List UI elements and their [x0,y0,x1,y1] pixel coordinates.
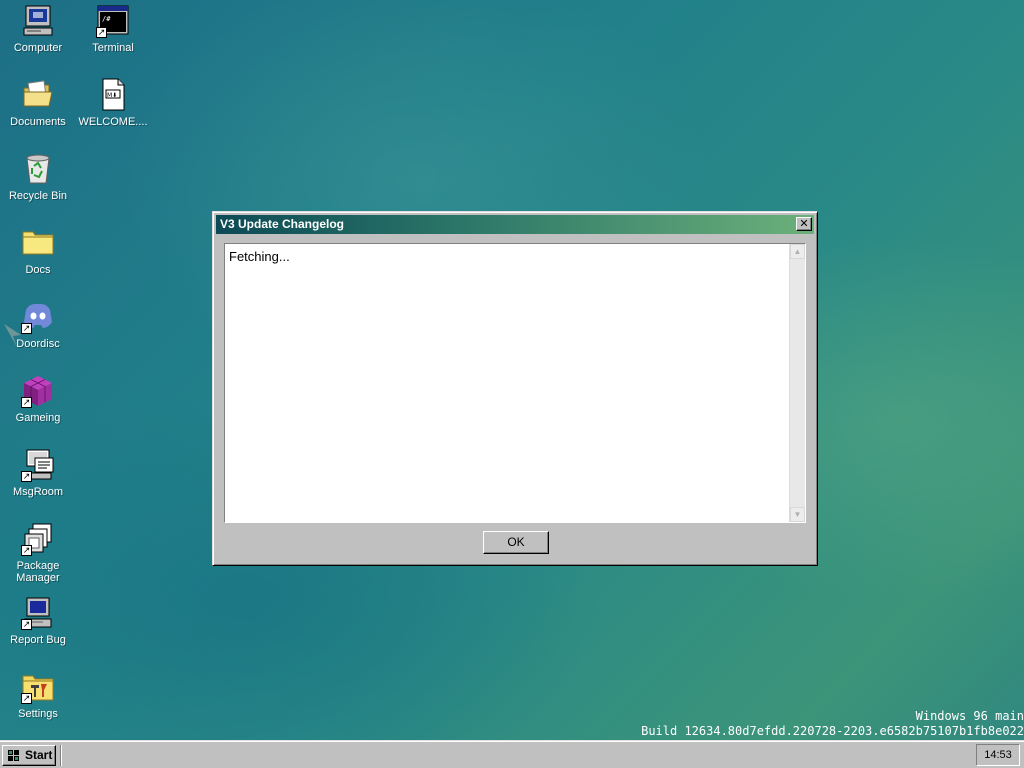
recycle-bin-icon [21,152,55,186]
shortcut-arrow-icon: ↗ [21,471,32,482]
desktop-icon-report-bug[interactable]: ↗ Report Bug [1,596,75,646]
start-label: Start [25,748,53,762]
terminal-icon: /# ↗ [96,4,130,38]
settings-icon: ↗ [21,670,55,704]
scroll-up-button[interactable]: ▲ [790,244,805,259]
desktop-icon-gameing[interactable]: ↗ Gameing [1,374,75,424]
desktop-icon-label: Docs [25,264,51,276]
desktop-icon-label: Report Bug [10,634,66,646]
desktop-icon-label: Documents [10,116,66,128]
desktop-icon-label: Computer [13,42,63,54]
folder-open-icon [21,78,55,112]
desktop-icon-recycle-bin[interactable]: Recycle Bin [1,152,75,202]
taskbar: Start 14:53 [0,740,1024,768]
vertical-scrollbar[interactable]: ▲ ▼ [789,244,805,522]
window-titlebar[interactable]: V3 Update Changelog ✕ [216,215,814,234]
taskbar-clock[interactable]: 14:53 [976,744,1020,766]
arrow-down-icon: ▼ [793,510,802,519]
window-title: V3 Update Changelog [220,217,345,231]
desktop-icon-label: Gameing [15,412,61,424]
shortcut-arrow-icon: ↗ [21,397,32,408]
shortcut-arrow-icon: ↗ [96,27,107,38]
markdown-file-icon: M⬇ [96,78,130,112]
windows-logo-icon [7,749,21,762]
desktop-icon-terminal[interactable]: /# ↗ Terminal [76,4,150,54]
desktop-icon-msgroom[interactable]: ↗ MsgRoom [1,448,75,498]
taskbar-separator [60,745,62,766]
svg-text:M⬇: M⬇ [107,92,117,99]
desktop-icon-label: Recycle Bin [8,190,68,202]
shortcut-arrow-icon: ↗ [21,545,32,556]
desktop-icon-label: Terminal [92,42,134,54]
desktop-icon-package-manager[interactable]: ↗ Package Manager [1,522,75,584]
close-button[interactable]: ✕ [796,217,812,231]
game-cube-icon: ↗ [21,374,55,408]
desktop-icon-label: WELCOME.... [78,116,148,128]
close-icon: ✕ [799,217,809,230]
shortcut-arrow-icon: ↗ [21,619,32,630]
changelog-window: V3 Update Changelog ✕ Fetching... ▲ ▼ OK [212,211,818,566]
desktop-icon-label: MsgRoom [12,486,64,498]
scroll-down-button[interactable]: ▼ [790,507,805,522]
mouse-cursor-icon [3,323,23,352]
desktop-icon-welcome[interactable]: M⬇ WELCOME.... [76,78,150,128]
report-bug-icon: ↗ [21,596,55,630]
desktop-icon-label: Settings [18,708,58,720]
os-name-text: Windows 96 main [915,709,1024,723]
arrow-up-icon: ▲ [793,247,802,256]
package-icon: ↗ [21,522,55,556]
desktop-icon-docs[interactable]: Docs [1,226,75,276]
changelog-text: Fetching... [229,249,290,264]
build-number-text: Build 12634.80d7efdd.220728-2203.e6582b7… [641,724,1024,738]
start-button[interactable]: Start [2,745,56,766]
desktop-icon-documents[interactable]: Documents [1,78,75,128]
build-watermark: Windows 96 main Build 12634.80d7efdd.220… [641,709,1024,739]
svg-text:/#: /# [102,15,111,23]
ok-button[interactable]: OK [483,531,549,554]
discord-icon: ↗ [21,300,55,334]
desktop-icon-settings[interactable]: ↗ Settings [1,670,75,720]
desktop-icon-computer[interactable]: Computer [1,4,75,54]
desktop-icon-label: Package Manager [16,560,60,584]
chat-icon: ↗ [21,448,55,482]
folder-icon [21,226,55,260]
computer-icon [21,4,55,38]
shortcut-arrow-icon: ↗ [21,693,32,704]
changelog-content[interactable]: Fetching... ▲ ▼ [224,243,806,523]
